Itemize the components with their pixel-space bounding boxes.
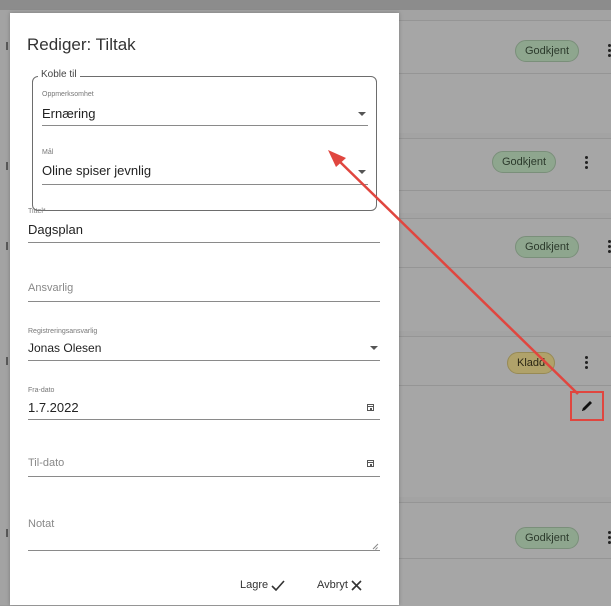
annotation-arrow bbox=[328, 150, 579, 395]
